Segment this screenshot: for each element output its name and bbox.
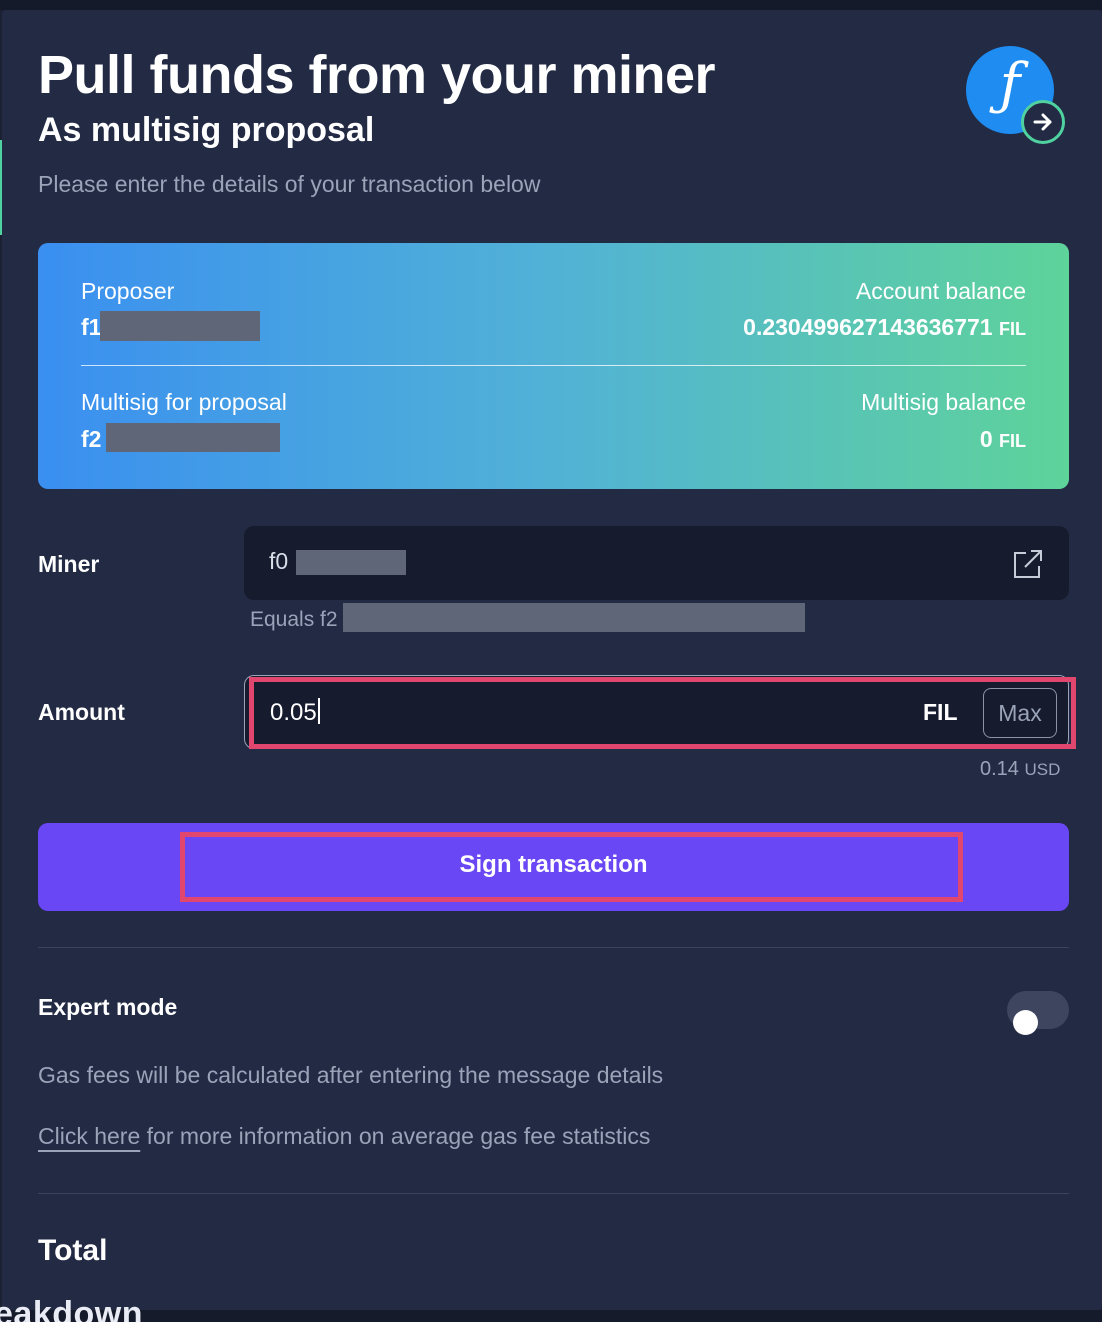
multisig-balance-label: Multisig balance bbox=[861, 389, 1026, 415]
miner-label: Miner bbox=[38, 551, 100, 577]
expert-mode-toggle[interactable] bbox=[1007, 991, 1069, 1035]
usd-unit: USD bbox=[1024, 760, 1061, 779]
miner-input[interactable]: f0 bbox=[244, 526, 1069, 600]
expert-mode-label: Expert mode bbox=[38, 994, 178, 1020]
card-divider bbox=[81, 365, 1026, 366]
gas-info-text: for more information on average gas fee … bbox=[140, 1123, 651, 1149]
proposer-address-redaction bbox=[100, 311, 260, 341]
multisig-balance-amount: 0 bbox=[979, 426, 993, 452]
section-divider bbox=[38, 947, 1069, 948]
account-info-card: Proposer f1 Account balance 0.2304996271… bbox=[38, 243, 1069, 489]
account-balance-value: 0.230499627143636771 FIL bbox=[743, 314, 1026, 341]
multisig-label: Multisig for proposal bbox=[81, 389, 287, 415]
multisig-balance-unit: FIL bbox=[999, 431, 1026, 451]
toggle-knob bbox=[1013, 1010, 1038, 1035]
page-title: Pull funds from your miner bbox=[38, 45, 716, 105]
miner-input-value: f0 bbox=[269, 548, 289, 574]
amount-label: Amount bbox=[38, 699, 125, 725]
total-label: Total bbox=[38, 1234, 108, 1267]
helper-text: Please enter the details of your transac… bbox=[38, 171, 541, 197]
multisig-address-redaction bbox=[106, 423, 280, 452]
left-edge-accent bbox=[0, 140, 2, 235]
section-divider-2 bbox=[38, 1193, 1069, 1194]
proposer-label: Proposer bbox=[81, 278, 175, 304]
arrow-right-circle-icon bbox=[1021, 100, 1065, 144]
account-balance-label: Account balance bbox=[855, 278, 1026, 304]
multisig-address: f2 bbox=[81, 426, 102, 452]
window-top-strip bbox=[0, 0, 1102, 10]
gas-info-row: Click here for more information on avera… bbox=[38, 1123, 650, 1150]
equals-address-redaction bbox=[343, 603, 805, 632]
proposer-address: f1 bbox=[81, 314, 102, 340]
breakdown-partial-label: eakdown bbox=[0, 1295, 143, 1322]
gas-info-link[interactable]: Click here bbox=[38, 1123, 140, 1149]
bottom-strip bbox=[0, 1310, 1102, 1322]
gas-fee-note: Gas fees will be calculated after enteri… bbox=[38, 1062, 664, 1088]
amount-highlight-box bbox=[249, 677, 1076, 749]
usd-equivalent: 0.14 USD bbox=[980, 758, 1060, 781]
account-balance-amount: 0.230499627143636771 bbox=[743, 314, 993, 340]
page-subtitle: As multisig proposal bbox=[38, 111, 375, 149]
multisig-balance-value: 0 FIL bbox=[980, 426, 1026, 453]
transaction-panel bbox=[2, 10, 1102, 1310]
sign-highlight-box bbox=[180, 832, 963, 902]
miner-equals-address: Equals f2 bbox=[250, 608, 338, 631]
account-balance-unit: FIL bbox=[999, 319, 1026, 339]
usd-value: 0.14 bbox=[980, 758, 1019, 780]
external-link-icon[interactable] bbox=[1012, 548, 1044, 585]
miner-address-redaction bbox=[296, 550, 406, 575]
